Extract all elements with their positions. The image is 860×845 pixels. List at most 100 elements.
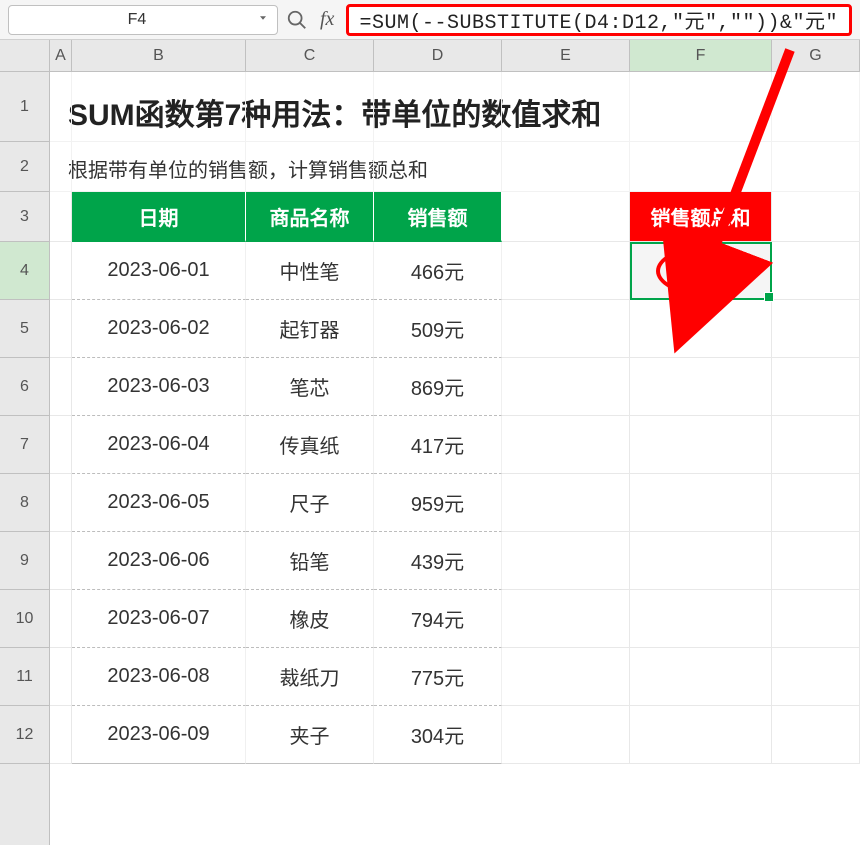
cell-G12[interactable] xyxy=(772,706,860,764)
cell-F12[interactable] xyxy=(630,706,772,764)
cell-product-4[interactable]: 中性笔 xyxy=(246,242,374,300)
zoom-icon[interactable] xyxy=(286,9,308,31)
cell-date-11[interactable]: 2023-06-08 xyxy=(72,648,246,706)
cell-E3[interactable] xyxy=(502,192,630,242)
cell-sales-8[interactable]: 959元 xyxy=(374,474,502,532)
cell-A9[interactable] xyxy=(50,532,72,590)
cell-E4[interactable] xyxy=(502,242,630,300)
cell-sales-10[interactable]: 794元 xyxy=(374,590,502,648)
cell-date-8[interactable]: 2023-06-05 xyxy=(72,474,246,532)
cell-E8[interactable] xyxy=(502,474,630,532)
row-header-12[interactable]: 12 xyxy=(0,706,49,764)
cell-sales-5[interactable]: 509元 xyxy=(374,300,502,358)
row-header-3[interactable]: 3 xyxy=(0,192,49,242)
row-header-10[interactable]: 10 xyxy=(0,590,49,648)
row-header-9[interactable]: 9 xyxy=(0,532,49,590)
cell-G3[interactable] xyxy=(772,192,860,242)
row-header-2[interactable]: 2 xyxy=(0,142,49,192)
select-all-corner[interactable] xyxy=(0,40,50,72)
cell-E9[interactable] xyxy=(502,532,630,590)
cell-D1[interactable] xyxy=(374,72,502,142)
cell-product-10[interactable]: 橡皮 xyxy=(246,590,374,648)
cell-date-4[interactable]: 2023-06-01 xyxy=(72,242,246,300)
row-header-4[interactable]: 4 xyxy=(0,242,49,300)
row-header-6[interactable]: 6 xyxy=(0,358,49,416)
name-box-container[interactable] xyxy=(8,5,278,35)
col-header-B[interactable]: B xyxy=(72,40,246,71)
col-header-D[interactable]: D xyxy=(374,40,502,71)
cell-E5[interactable] xyxy=(502,300,630,358)
cell-F2[interactable] xyxy=(630,142,772,192)
cell-A8[interactable] xyxy=(50,474,72,532)
cell-E10[interactable] xyxy=(502,590,630,648)
cell-A4[interactable] xyxy=(50,242,72,300)
cell-date-9[interactable]: 2023-06-06 xyxy=(72,532,246,590)
cell-A12[interactable] xyxy=(50,706,72,764)
cell-sales-4[interactable]: 466元 xyxy=(374,242,502,300)
cell-A10[interactable] xyxy=(50,590,72,648)
cell-G1[interactable] xyxy=(772,72,860,142)
cell-A1[interactable] xyxy=(50,72,72,142)
cell-F9[interactable] xyxy=(630,532,772,590)
cell-F1[interactable] xyxy=(630,72,772,142)
cell-G5[interactable] xyxy=(772,300,860,358)
cell-product-5[interactable]: 起钉器 xyxy=(246,300,374,358)
cell-E7[interactable] xyxy=(502,416,630,474)
th-product[interactable]: 商品名称 xyxy=(246,192,374,242)
cell-F10[interactable] xyxy=(630,590,772,648)
col-header-A[interactable]: A xyxy=(50,40,72,71)
cell-sales-6[interactable]: 869元 xyxy=(374,358,502,416)
cell-product-12[interactable]: 夹子 xyxy=(246,706,374,764)
grid[interactable]: SUM函数第7种用法：带单位的数值求和 根据带有单位的销售额，计算销售额总和 日… xyxy=(50,72,860,845)
cell-F8[interactable] xyxy=(630,474,772,532)
cell-E1[interactable] xyxy=(502,72,630,142)
cell-E11[interactable] xyxy=(502,648,630,706)
th-date[interactable]: 日期 xyxy=(72,192,246,242)
cell-F11[interactable] xyxy=(630,648,772,706)
cell-G2[interactable] xyxy=(772,142,860,192)
cell-product-6[interactable]: 笔芯 xyxy=(246,358,374,416)
cell-date-6[interactable]: 2023-06-03 xyxy=(72,358,246,416)
cell-C2[interactable] xyxy=(246,142,374,192)
th-sum[interactable]: 销售额总和 xyxy=(630,192,772,242)
cell-sales-11[interactable]: 775元 xyxy=(374,648,502,706)
cell-G8[interactable] xyxy=(772,474,860,532)
cell-product-7[interactable]: 传真纸 xyxy=(246,416,374,474)
cell-A3[interactable] xyxy=(50,192,72,242)
cell-G4[interactable] xyxy=(772,242,860,300)
row-header-8[interactable]: 8 xyxy=(0,474,49,532)
cell-product-11[interactable]: 裁纸刀 xyxy=(246,648,374,706)
th-sales[interactable]: 销售额 xyxy=(374,192,502,242)
cell-date-5[interactable]: 2023-06-02 xyxy=(72,300,246,358)
cell-E2[interactable] xyxy=(502,142,630,192)
cell-E12[interactable] xyxy=(502,706,630,764)
chevron-down-icon[interactable] xyxy=(257,11,269,29)
cell-G10[interactable] xyxy=(772,590,860,648)
cell-date-7[interactable]: 2023-06-04 xyxy=(72,416,246,474)
col-header-E[interactable]: E xyxy=(502,40,630,71)
row-header-7[interactable]: 7 xyxy=(0,416,49,474)
fx-icon[interactable]: fx xyxy=(316,8,338,31)
cell-product-8[interactable]: 尺子 xyxy=(246,474,374,532)
name-box[interactable] xyxy=(17,11,257,29)
cell-D2[interactable] xyxy=(374,142,502,192)
cell-sales-12[interactable]: 304元 xyxy=(374,706,502,764)
cell-date-12[interactable]: 2023-06-09 xyxy=(72,706,246,764)
row-header-1[interactable]: 1 xyxy=(0,72,49,142)
cell-product-9[interactable]: 铅笔 xyxy=(246,532,374,590)
cell-G11[interactable] xyxy=(772,648,860,706)
cell-F5[interactable] xyxy=(630,300,772,358)
col-header-F[interactable]: F xyxy=(630,40,772,71)
cell-B2[interactable] xyxy=(72,142,246,192)
cell-G7[interactable] xyxy=(772,416,860,474)
cell-G6[interactable] xyxy=(772,358,860,416)
cell-A2[interactable] xyxy=(50,142,72,192)
cell-F7[interactable] xyxy=(630,416,772,474)
col-header-C[interactable]: C xyxy=(246,40,374,71)
sum-value-cell[interactable]: 466元 xyxy=(630,242,772,300)
cell-B1[interactable] xyxy=(72,72,246,142)
cell-G9[interactable] xyxy=(772,532,860,590)
cell-A6[interactable] xyxy=(50,358,72,416)
cell-sales-9[interactable]: 439元 xyxy=(374,532,502,590)
row-header-11[interactable]: 11 xyxy=(0,648,49,706)
